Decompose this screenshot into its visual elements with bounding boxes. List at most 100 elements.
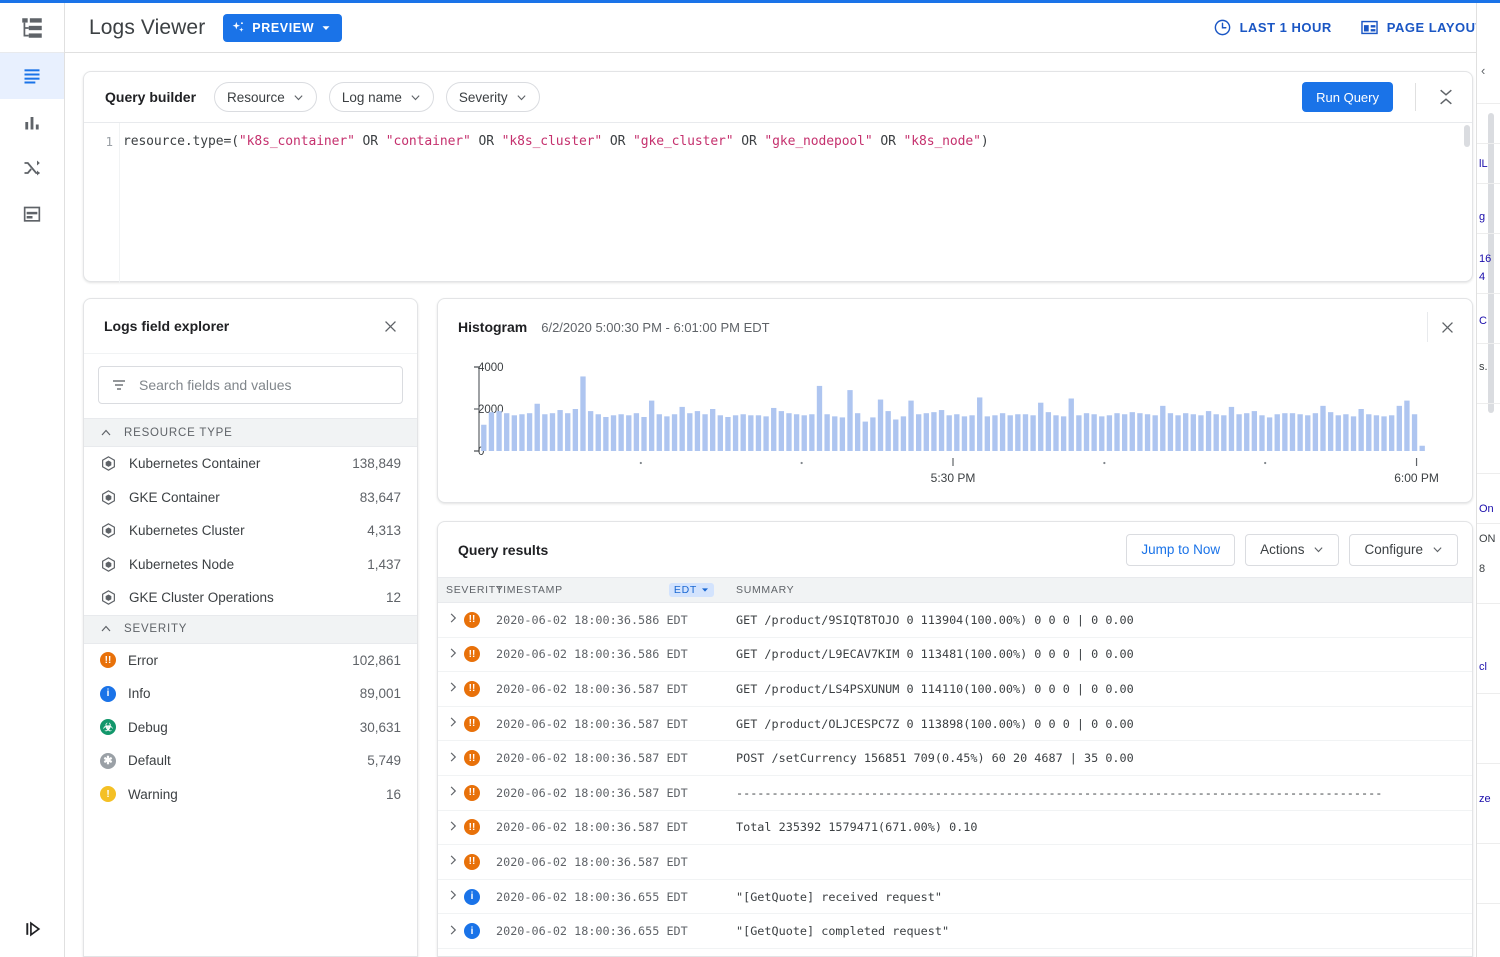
histogram-bar[interactable] bbox=[687, 413, 693, 451]
histogram-bar[interactable] bbox=[542, 414, 548, 451]
histogram-bar[interactable] bbox=[839, 417, 846, 451]
editor-scrollbar[interactable] bbox=[1464, 125, 1470, 147]
filter-chip-resource[interactable]: Resource bbox=[214, 82, 317, 112]
histogram-bar[interactable] bbox=[1389, 415, 1395, 451]
histogram-bar[interactable] bbox=[610, 415, 617, 451]
histogram-bar[interactable] bbox=[1297, 414, 1303, 451]
histogram-bar[interactable] bbox=[763, 416, 769, 451]
field-row-severity-warning[interactable]: ! Warning 16 bbox=[84, 778, 417, 812]
histogram-bar[interactable] bbox=[1144, 414, 1151, 451]
histogram-bar[interactable] bbox=[931, 412, 937, 451]
histogram-bar[interactable] bbox=[862, 421, 868, 451]
histogram-bar[interactable] bbox=[641, 416, 647, 451]
preview-badge-button[interactable]: PREVIEW bbox=[223, 13, 343, 42]
query-editor[interactable]: 1 resource.type=("k8s_container" OR "con… bbox=[84, 122, 1472, 283]
histogram-bar[interactable] bbox=[824, 414, 830, 451]
histogram-bar[interactable] bbox=[961, 416, 968, 451]
histogram-bar[interactable] bbox=[1152, 415, 1158, 451]
histogram-bar[interactable] bbox=[916, 414, 922, 451]
histogram-bar[interactable] bbox=[1404, 400, 1410, 451]
histogram-bar[interactable] bbox=[565, 413, 571, 451]
histogram-bar[interactable] bbox=[1190, 414, 1196, 451]
histogram-bar[interactable] bbox=[992, 415, 998, 451]
histogram-bar[interactable] bbox=[664, 416, 670, 451]
table-row[interactable]: i 2020-06-02 18:00:36.655 EDT "[GetQuote] … bbox=[438, 880, 1472, 915]
expand-row-icon[interactable] bbox=[438, 751, 464, 766]
histogram-bar[interactable] bbox=[481, 424, 487, 451]
histogram-bar[interactable] bbox=[717, 415, 723, 451]
histogram-bar[interactable] bbox=[1205, 411, 1212, 451]
table-row[interactable]: !! 2020-06-02 18:00:36.587 EDT Total 23539… bbox=[438, 811, 1472, 846]
table-row[interactable]: !! 2020-06-02 18:00:36.587 EDT -----------… bbox=[438, 776, 1472, 811]
jump-to-now-button[interactable]: Jump to Now bbox=[1126, 533, 1236, 566]
histogram-bar[interactable] bbox=[1373, 415, 1380, 451]
expand-row-icon[interactable] bbox=[438, 647, 464, 662]
run-query-button[interactable]: Run Query bbox=[1302, 82, 1393, 112]
histogram-bar[interactable] bbox=[923, 413, 929, 451]
histogram-bar[interactable] bbox=[1312, 413, 1319, 451]
table-row[interactable]: !! 2020-06-02 18:00:36.587 EDT POST /setCu… bbox=[438, 741, 1472, 776]
expand-row-icon[interactable] bbox=[438, 854, 464, 869]
histogram-bar[interactable] bbox=[946, 415, 952, 451]
edge-text-fragment[interactable]: ze bbox=[1479, 793, 1491, 805]
histogram-bar[interactable] bbox=[496, 411, 502, 451]
histogram-bar[interactable] bbox=[854, 413, 861, 451]
histogram-bar[interactable] bbox=[1305, 415, 1311, 451]
histogram-bar[interactable] bbox=[740, 414, 746, 451]
field-row-kubernetes-container[interactable]: Kubernetes Container 138,849 bbox=[84, 447, 417, 481]
section-header-severity[interactable]: SEVERITY bbox=[84, 614, 417, 644]
field-row-kubernetes-cluster[interactable]: Kubernetes Cluster 4,313 bbox=[84, 514, 417, 548]
histogram-bar[interactable] bbox=[504, 413, 510, 451]
histogram-bar[interactable] bbox=[954, 414, 960, 451]
histogram-bar[interactable] bbox=[832, 416, 838, 451]
histogram-bar[interactable] bbox=[816, 385, 823, 451]
histogram-bar[interactable] bbox=[618, 414, 624, 451]
expand-row-icon[interactable] bbox=[438, 924, 464, 939]
edge-text-fragment[interactable]: C bbox=[1479, 315, 1487, 327]
histogram-bar[interactable] bbox=[557, 410, 563, 451]
histogram-bar[interactable] bbox=[1099, 416, 1105, 451]
histogram-bar[interactable] bbox=[908, 400, 914, 451]
collapse-edge-icon[interactable]: ‹ bbox=[1481, 63, 1485, 78]
histogram-bar[interactable] bbox=[1038, 402, 1044, 451]
field-row-severity-error[interactable]: !! Error 102,861 bbox=[84, 644, 417, 678]
histogram-bar[interactable] bbox=[809, 414, 815, 451]
histogram-bar[interactable] bbox=[656, 414, 662, 451]
histogram-bar[interactable] bbox=[1060, 416, 1067, 451]
histogram-bar[interactable] bbox=[1327, 412, 1334, 451]
search-fields-box[interactable] bbox=[98, 366, 403, 404]
histogram-bar[interactable] bbox=[534, 403, 540, 451]
histogram-bar[interactable] bbox=[1068, 398, 1074, 452]
table-row[interactable]: !! 2020-06-02 18:00:36.586 EDT GET /produc… bbox=[438, 638, 1472, 673]
histogram-bar[interactable] bbox=[1259, 415, 1265, 451]
histogram-bar[interactable] bbox=[1251, 411, 1258, 451]
histogram-bar[interactable] bbox=[648, 400, 655, 451]
app-logo[interactable] bbox=[0, 3, 64, 53]
field-row-kubernetes-node[interactable]: Kubernetes Node 1,437 bbox=[84, 548, 417, 582]
histogram-plot[interactable]: 0 2000 4000 5:30 PM 6:00 PM bbox=[438, 355, 1472, 500]
histogram-bar[interactable] bbox=[488, 412, 495, 451]
histogram-bar[interactable] bbox=[580, 376, 586, 451]
histogram-bar[interactable] bbox=[893, 419, 899, 452]
histogram-bar[interactable] bbox=[984, 416, 990, 451]
histogram-bar[interactable] bbox=[595, 414, 601, 451]
expand-row-icon[interactable] bbox=[438, 612, 464, 627]
actions-button[interactable]: Actions bbox=[1245, 533, 1340, 566]
section-header-resource-type[interactable]: RESOURCE TYPE bbox=[84, 418, 417, 447]
histogram-bar[interactable] bbox=[885, 411, 891, 451]
expand-row-icon[interactable] bbox=[438, 785, 464, 800]
histogram-bar[interactable] bbox=[1411, 414, 1418, 451]
search-input[interactable] bbox=[137, 376, 390, 394]
histogram-bar[interactable] bbox=[1015, 414, 1021, 451]
histogram-bar[interactable] bbox=[977, 397, 983, 451]
histogram-bar[interactable] bbox=[1114, 413, 1120, 451]
table-row[interactable]: i 2020-06-02 18:00:36.655 EDT "[GetQuote] … bbox=[438, 914, 1472, 949]
histogram-bar[interactable] bbox=[626, 415, 632, 451]
histogram-bar[interactable] bbox=[511, 415, 517, 451]
sidebar-item-metrics[interactable] bbox=[0, 99, 64, 145]
histogram-bar[interactable] bbox=[1350, 416, 1357, 451]
histogram-bar[interactable] bbox=[1236, 414, 1242, 451]
histogram-bar[interactable] bbox=[587, 411, 594, 451]
histogram-bar[interactable] bbox=[1289, 413, 1296, 451]
histogram-bar[interactable] bbox=[877, 399, 884, 451]
